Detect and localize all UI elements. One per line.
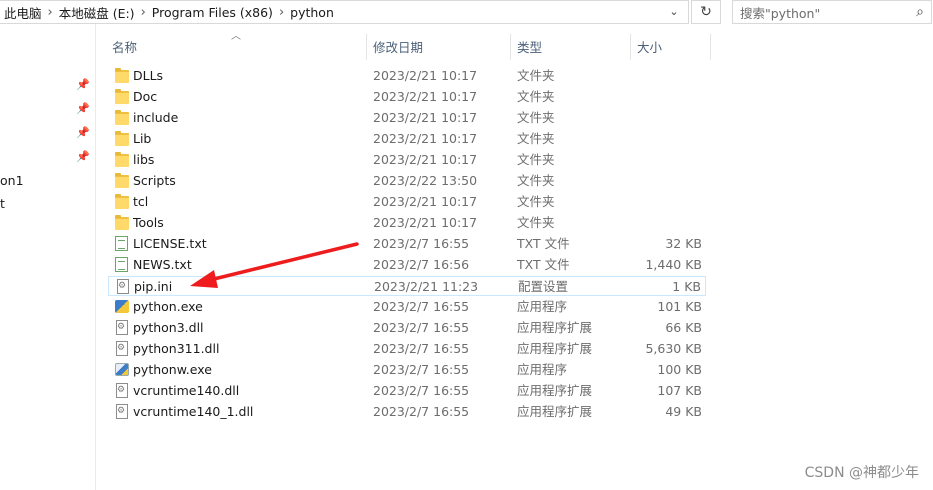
annotation-arrow [190,242,359,288]
watermark: CSDN @神都少年 [804,465,919,481]
